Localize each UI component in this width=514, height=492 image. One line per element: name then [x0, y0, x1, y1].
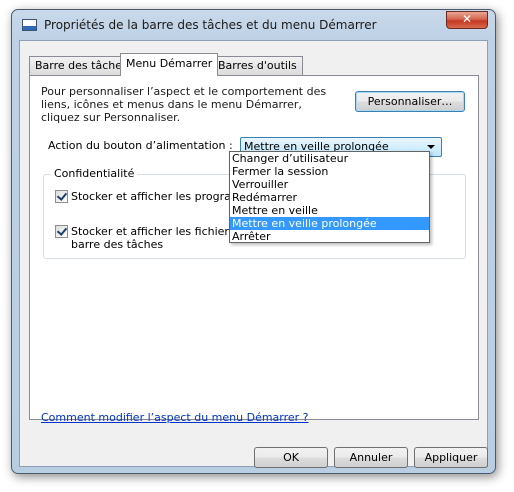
- tab-taskbar[interactable]: Barre des tâches: [29, 56, 134, 75]
- start-menu-panel: Pour personnaliser l’aspect et le compor…: [29, 75, 479, 424]
- close-icon: ✕: [461, 12, 473, 26]
- chevron-down-icon: [427, 145, 435, 149]
- power-option-lock[interactable]: Verrouiller: [230, 178, 429, 191]
- customize-button[interactable]: Personnaliser…: [355, 91, 465, 112]
- intro-text: Pour personnaliser l’aspect et le compor…: [41, 85, 327, 124]
- power-option-restart[interactable]: Redémarrer: [230, 191, 429, 204]
- recent-files-label-line2: barre des tâches: [71, 238, 164, 251]
- power-option-shut-down[interactable]: Arrêter: [230, 230, 429, 243]
- taskbar-properties-icon: [22, 19, 37, 31]
- privacy-group-title: Confidentialité: [51, 167, 138, 180]
- tab-start-menu[interactable]: Menu Démarrer: [120, 53, 219, 76]
- tab-toolbars[interactable]: Barres d'outils: [212, 56, 303, 75]
- power-option-log-off[interactable]: Fermer la session: [230, 165, 429, 178]
- apply-button[interactable]: Appliquer: [414, 447, 488, 468]
- power-option-switch-user[interactable]: Changer d’utilisateur: [230, 152, 429, 165]
- recent-programs-checkbox[interactable]: [55, 190, 68, 203]
- close-button[interactable]: ✕: [446, 11, 488, 29]
- power-option-hibernate[interactable]: Mettre en veille prolongée: [230, 217, 429, 230]
- recent-files-checkbox[interactable]: [55, 225, 68, 238]
- power-option-sleep[interactable]: Mettre en veille: [230, 204, 429, 217]
- power-action-dropdown-list: Changer d’utilisateur Fermer la session …: [229, 151, 430, 243]
- dialog-client-area: Barre des tâches Menu Démarrer Barres d'…: [19, 40, 488, 468]
- title-bar[interactable]: Propriétés de la barre des tâches et du …: [12, 10, 495, 40]
- power-action-label: Action du bouton d’alimentation :: [48, 139, 233, 152]
- ok-button[interactable]: OK: [254, 447, 328, 468]
- window-title: Propriétés de la barre des tâches et du …: [44, 18, 377, 32]
- cancel-button[interactable]: Annuler: [334, 447, 408, 468]
- help-link[interactable]: Comment modifier l’aspect du menu Démarr…: [41, 411, 309, 424]
